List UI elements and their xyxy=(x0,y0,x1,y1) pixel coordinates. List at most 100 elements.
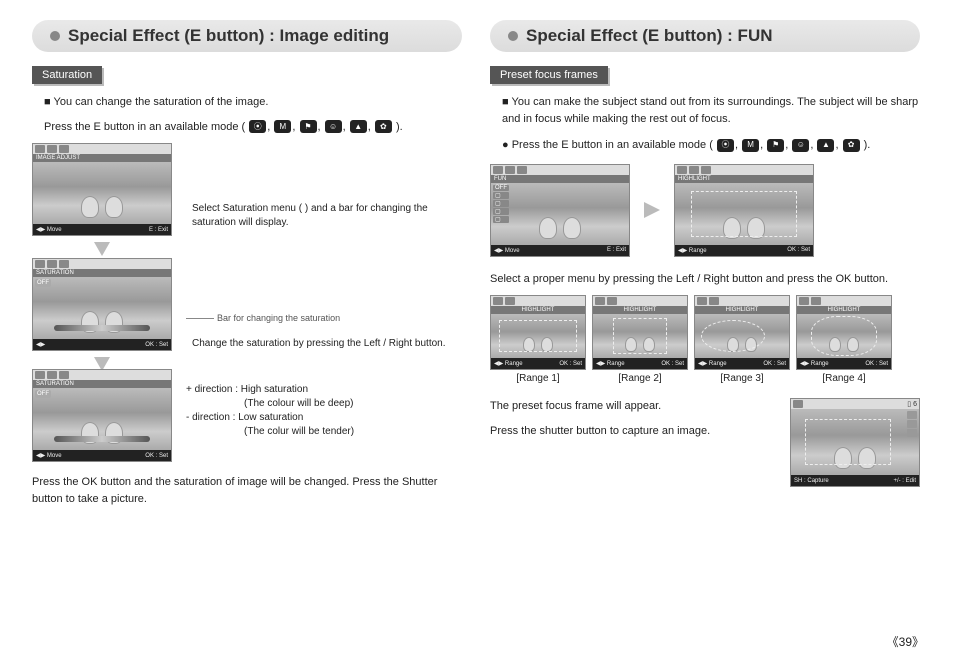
mode-icon: ✿ xyxy=(375,120,392,133)
left-p3: Press the OK button and the saturation o… xyxy=(32,474,462,507)
left-cap2: Change the saturation by pressing the Le… xyxy=(192,337,452,351)
mode-icon: ⚑ xyxy=(300,120,317,133)
text: ). xyxy=(864,139,871,151)
range-caption: [Range 1] xyxy=(490,373,586,384)
text: OK xyxy=(787,247,796,253)
text: SH xyxy=(794,478,802,484)
text: Move xyxy=(47,227,62,233)
screen-saturation-set: SATURATION OFF ◀▶ Move OK : Set xyxy=(32,369,172,462)
right-subhead: Preset focus frames xyxy=(490,66,608,84)
text: E xyxy=(607,247,611,253)
left-cap1: Select Saturation menu ( ) and a bar for… xyxy=(192,202,432,230)
text: Set xyxy=(159,342,168,348)
screen-fun-menu: FUN OFF ▢▢▢▢ ◀▶ Move E : Exit xyxy=(490,164,630,257)
mode-icon: ⚑ xyxy=(767,139,784,152)
text: High saturation xyxy=(241,384,308,395)
pointer-bar: Bar for changing the saturation xyxy=(186,313,340,323)
range-item: HIGHLIGHT◀▶ RangeOK : Set [Range 3] xyxy=(694,295,790,384)
screen-saturation-bar: SATURATION OFF ◀▶ OK : Set xyxy=(32,258,172,351)
left-p2: Press the E button in an available mode … xyxy=(44,119,462,136)
range-item: HIGHLIGHT◀▶ RangeOK : Set [Range 4] xyxy=(796,295,892,384)
mode-icon: ⦿ xyxy=(717,139,734,152)
count: 6 xyxy=(913,401,917,408)
direction-info: + direction : High saturation (The colou… xyxy=(186,383,354,439)
screen-label: SATURATION xyxy=(33,269,171,277)
right-p45: The preset focus frame will appear. Pres… xyxy=(490,398,776,447)
focus-frame xyxy=(499,320,577,352)
left-p1: You can change the saturation of the ima… xyxy=(44,94,462,111)
text: +/- xyxy=(893,478,900,484)
page-number: 《39》 xyxy=(887,633,924,650)
screen-range: HIGHLIGHT◀▶ RangeOK : Set xyxy=(796,295,892,370)
mode-icon: ✿ xyxy=(843,139,860,152)
right-p2: Press the E button in an available mode … xyxy=(502,137,920,154)
text: Press the E button in an available mode … xyxy=(512,139,713,151)
screen-range: HIGHLIGHT◀▶ RangeOK : Set xyxy=(490,295,586,370)
range-row: HIGHLIGHT◀▶ RangeOK : Set[Range 1]HIGHLI… xyxy=(490,295,920,384)
mode-icon: ▲ xyxy=(817,139,834,152)
focus-frame xyxy=(805,419,891,465)
saturation-bar xyxy=(54,325,151,331)
text: Set xyxy=(801,247,810,253)
focus-frame xyxy=(613,318,667,354)
screen-capture: ▯ 6 SH : Capture +/- : Edit xyxy=(790,398,920,487)
screen-label: SATURATION xyxy=(33,380,171,388)
text: OK xyxy=(145,453,154,459)
right-p3: Select a proper menu by pressing the Lef… xyxy=(490,271,920,288)
screen-label: HIGHLIGHT xyxy=(695,306,789,314)
text: (The colur will be tender) xyxy=(244,425,354,439)
text: - direction : xyxy=(186,412,235,423)
text: Set xyxy=(159,453,168,459)
screen-label: FUN xyxy=(491,175,629,183)
text: (The colour will be deep) xyxy=(244,397,354,411)
arrow-right-icon xyxy=(644,202,660,218)
text: + direction : xyxy=(186,384,238,395)
screen-range: HIGHLIGHT◀▶ RangeOK : Set xyxy=(592,295,688,370)
text: E xyxy=(149,227,153,233)
text: The preset focus frame will appear. xyxy=(490,398,776,415)
screen-label: IMAGE ADJUST xyxy=(33,154,171,162)
text: Edit xyxy=(906,478,916,484)
range-item: HIGHLIGHT◀▶ RangeOK : Set [Range 2] xyxy=(592,295,688,384)
range-caption: [Range 4] xyxy=(796,373,892,384)
screen-label: HIGHLIGHT xyxy=(797,306,891,314)
text: Move xyxy=(47,453,62,459)
right-title: Special Effect (E button) : FUN xyxy=(490,20,920,52)
left-column: Special Effect (E button) : Image editin… xyxy=(32,20,462,515)
text: Exit xyxy=(158,227,168,233)
right-column: Special Effect (E button) : FUN Preset f… xyxy=(490,20,920,515)
screen-range: HIGHLIGHT◀▶ RangeOK : Set xyxy=(694,295,790,370)
mode-icon: ☺ xyxy=(325,120,342,133)
mode-icon: M xyxy=(742,139,759,152)
screen-label: HIGHLIGHT xyxy=(675,175,813,183)
screen-highlight: HIGHLIGHT ◀▶ Range OK : Set xyxy=(674,164,814,257)
range-caption: [Range 3] xyxy=(694,373,790,384)
mode-icon: ⦿ xyxy=(249,120,266,133)
left-subhead: Saturation xyxy=(32,66,102,84)
text: Capture xyxy=(807,478,828,484)
arrow-down-icon xyxy=(94,242,110,256)
text: Low saturation xyxy=(238,412,303,423)
range-caption: [Range 2] xyxy=(592,373,688,384)
right-p1: You can make the subject stand out from … xyxy=(502,94,920,127)
text: Press the shutter button to capture an i… xyxy=(490,423,776,440)
text: Bar for changing the saturation xyxy=(217,313,340,323)
focus-frame xyxy=(691,191,797,237)
focus-frame xyxy=(701,320,765,352)
mode-icon: M xyxy=(274,120,291,133)
text: OK xyxy=(145,342,154,348)
range-item: HIGHLIGHT◀▶ RangeOK : Set [Range 1] xyxy=(490,295,586,384)
text: Press the E button in an available mode … xyxy=(44,121,245,133)
saturation-bar xyxy=(54,436,151,442)
mode-icon: ▲ xyxy=(350,120,367,133)
mode-icon: ☺ xyxy=(792,139,809,152)
left-title: Special Effect (E button) : Image editin… xyxy=(32,20,462,52)
text: ). xyxy=(396,121,403,133)
focus-frame xyxy=(811,316,877,356)
text: Range xyxy=(689,248,707,254)
screen-image-adjust: IMAGE ADJUST ◀▶ Move E : Exit xyxy=(32,143,172,236)
text: Move xyxy=(505,248,520,254)
text: Exit xyxy=(616,247,626,253)
screen-label: HIGHLIGHT xyxy=(491,306,585,314)
screen-label: HIGHLIGHT xyxy=(593,306,687,314)
